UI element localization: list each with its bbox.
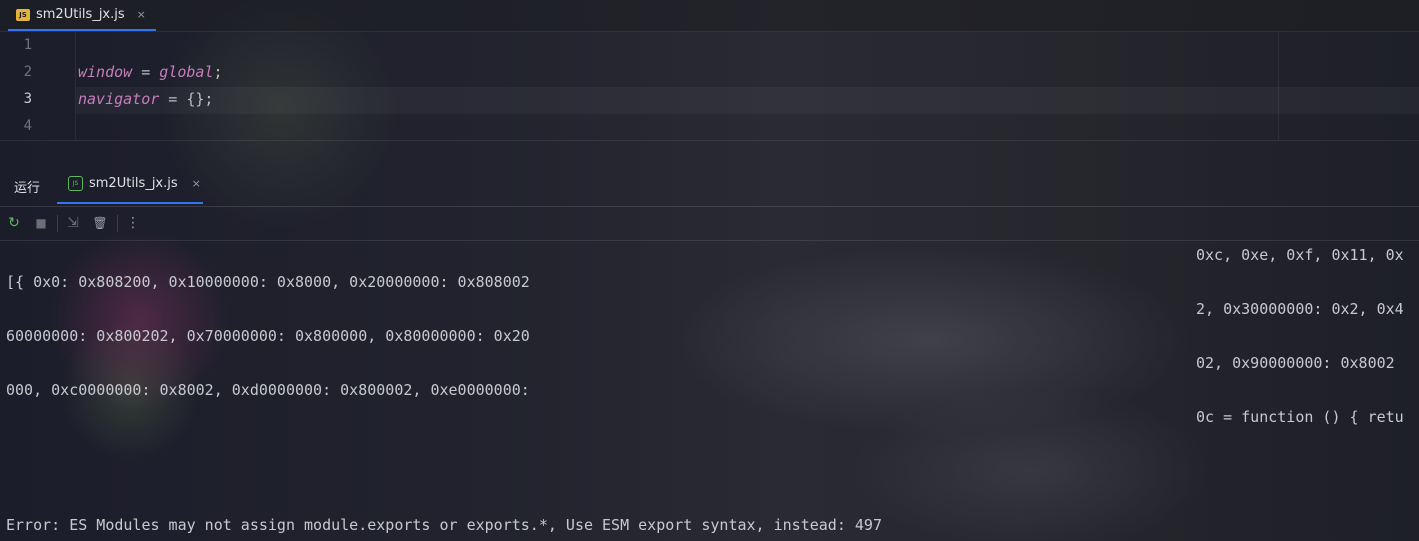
line-number-gutter: 1 2 3 4 (0, 32, 76, 140)
line-number: 1 (23, 37, 32, 53)
run-panel-header: 运行 JS sm2Utils_jx.js × (0, 164, 1419, 207)
identifier-navigator: navigator (78, 90, 160, 108)
nodejs-icon: JS (68, 175, 83, 191)
clear-trash-icon[interactable]: 🗑 (92, 215, 108, 231)
operator: = (132, 63, 160, 81)
console-output[interactable]: 0xc, 0xe, 0xf, 0x11, 0x [{ 0x0: 0x808200… (0, 241, 1419, 541)
javascript-file-icon: JS (16, 8, 30, 21)
console-line: 0xc, 0xe, 0xf, 0x11, 0x (1196, 246, 1404, 264)
operator: = (159, 90, 187, 108)
run-panel-title: 运行 (14, 181, 41, 196)
line-number: 4 (23, 118, 32, 134)
toolbar-separator (57, 215, 58, 232)
editor-tab-bar: JS sm2Utils_jx.js × (0, 0, 1419, 32)
editor-bottom-strip (0, 140, 1419, 165)
run-toolbar: ↻ ■ ⇲ 🗑 ⋮ (0, 207, 1419, 241)
close-icon[interactable]: × (192, 177, 201, 190)
run-tab-label: sm2Utils_jx.js (89, 175, 178, 191)
console-line: 2, 0x30000000: 0x2, 0x4 (1196, 300, 1404, 318)
stop-icon[interactable]: ■ (33, 215, 49, 231)
editor-tab-label: sm2Utils_jx.js (36, 7, 125, 22)
current-line-highlight (76, 87, 1419, 114)
line-number: 3 (23, 91, 32, 107)
semicolon: ; (213, 63, 223, 81)
identifier-window: window (78, 63, 133, 81)
rerun-icon[interactable]: ↻ (6, 215, 22, 231)
console-line: 60000000: 0x800202, 0x70000000: 0x800000… (6, 327, 530, 345)
console-line: 02, 0x90000000: 0x8002 (1196, 354, 1395, 372)
code-line-3: navigator = {}; (78, 90, 213, 108)
run-configuration-tab[interactable]: JS sm2Utils_jx.js × (57, 164, 203, 204)
console-line: 000, 0xc0000000: 0x8002, 0xd0000000: 0x8… (6, 381, 530, 399)
editor-file-tab[interactable]: JS sm2Utils_jx.js × (8, 0, 156, 31)
scroll-to-end-icon[interactable]: ⇲ (65, 215, 81, 231)
line-number: 2 (23, 64, 32, 80)
console-line: 0c = function () { retu (1196, 408, 1404, 426)
code-line-2: window = global; (78, 63, 223, 81)
object-literal: {}; (186, 90, 214, 108)
code-editor[interactable]: 1 2 3 4 window = global; navigator = {}; (0, 32, 1419, 140)
toolbar-separator (117, 215, 118, 232)
identifier-global: global (159, 63, 214, 81)
close-icon[interactable]: × (137, 8, 146, 21)
more-options-icon[interactable]: ⋮ (125, 215, 141, 231)
right-margin-guide (1278, 32, 1279, 140)
console-line: [{ 0x0: 0x808200, 0x10000000: 0x8000, 0x… (6, 273, 530, 291)
console-error-line: Error: ES Modules may not assign module.… (6, 516, 882, 534)
